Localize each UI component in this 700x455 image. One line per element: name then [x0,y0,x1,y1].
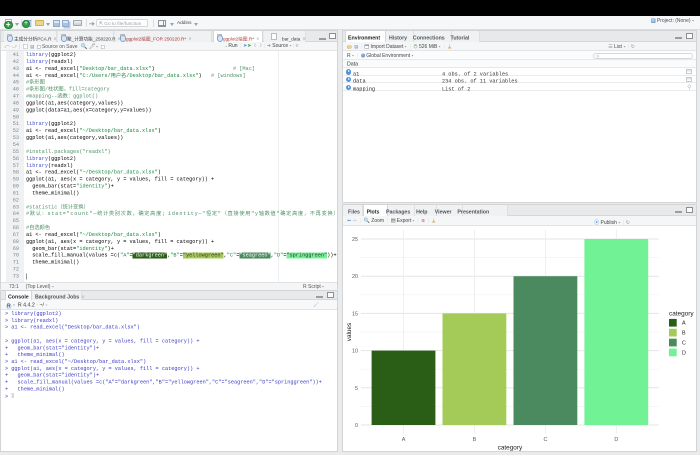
svg-text:15: 15 [352,311,358,317]
svg-text:C: C [682,340,686,346]
svg-text:category: category [669,310,694,317]
svg-text:25: 25 [352,237,358,243]
svg-text:B: B [682,330,686,336]
svg-text:10: 10 [352,348,358,354]
svg-text:B: B [472,437,476,443]
svg-text:0: 0 [355,423,358,429]
svg-text:5: 5 [355,385,358,391]
svg-text:C: C [543,437,547,443]
svg-text:20: 20 [352,274,358,280]
svg-text:A: A [682,320,686,326]
svg-text:D: D [614,437,618,443]
svg-text:category: category [497,444,522,451]
svg-text:D: D [682,350,686,356]
svg-text:values: values [346,322,353,340]
svg-text:A: A [401,437,405,443]
